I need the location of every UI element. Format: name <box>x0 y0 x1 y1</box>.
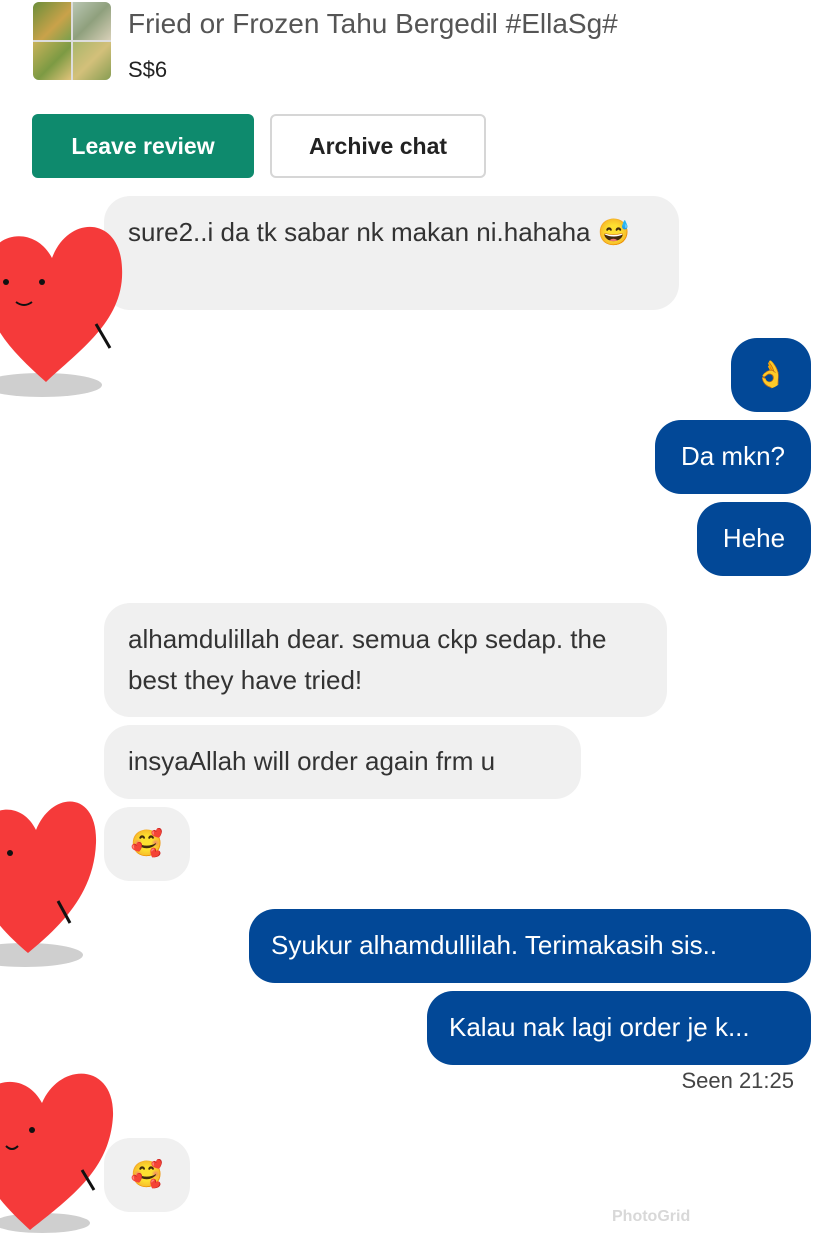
seen-status: Seen 21:25 <box>681 1068 794 1093</box>
message-outgoing: Kalau nak lagi order je k... <box>427 991 811 1065</box>
listing-title[interactable]: Fried or Frozen Tahu Bergedil #EllaSg# <box>128 8 618 40</box>
food-photo-2 <box>73 2 111 40</box>
message-outgoing: Da mkn? <box>655 420 811 494</box>
message-incoming: sure2..i da tk sabar nk makan ni.hahaha … <box>104 196 679 310</box>
message-incoming: alhamdulillah dear. semua ckp sedap. the… <box>104 603 667 717</box>
message-outgoing: Hehe <box>697 502 811 576</box>
leave-review-button[interactable]: Leave review <box>32 114 254 178</box>
message-outgoing: Syukur alhamdullilah. Terimakasih sis.. <box>249 909 811 983</box>
food-photo-3 <box>33 42 71 80</box>
message-outgoing: 👌 <box>731 338 811 412</box>
heart-sticker-icon <box>0 1073 114 1233</box>
message-incoming: 🥰 <box>104 807 190 881</box>
food-photo-4 <box>73 42 111 80</box>
message-incoming: insyaAllah will order again frm u <box>104 725 581 799</box>
heart-sticker-icon <box>0 226 123 397</box>
archive-chat-button[interactable]: Archive chat <box>270 114 486 178</box>
heart-sticker-icon <box>0 801 97 967</box>
photogrid-watermark: PhotoGrid <box>612 1208 691 1225</box>
food-photo-1 <box>33 2 71 40</box>
listing-price: S$6 <box>128 57 168 82</box>
listing-thumbnail[interactable] <box>33 2 111 80</box>
